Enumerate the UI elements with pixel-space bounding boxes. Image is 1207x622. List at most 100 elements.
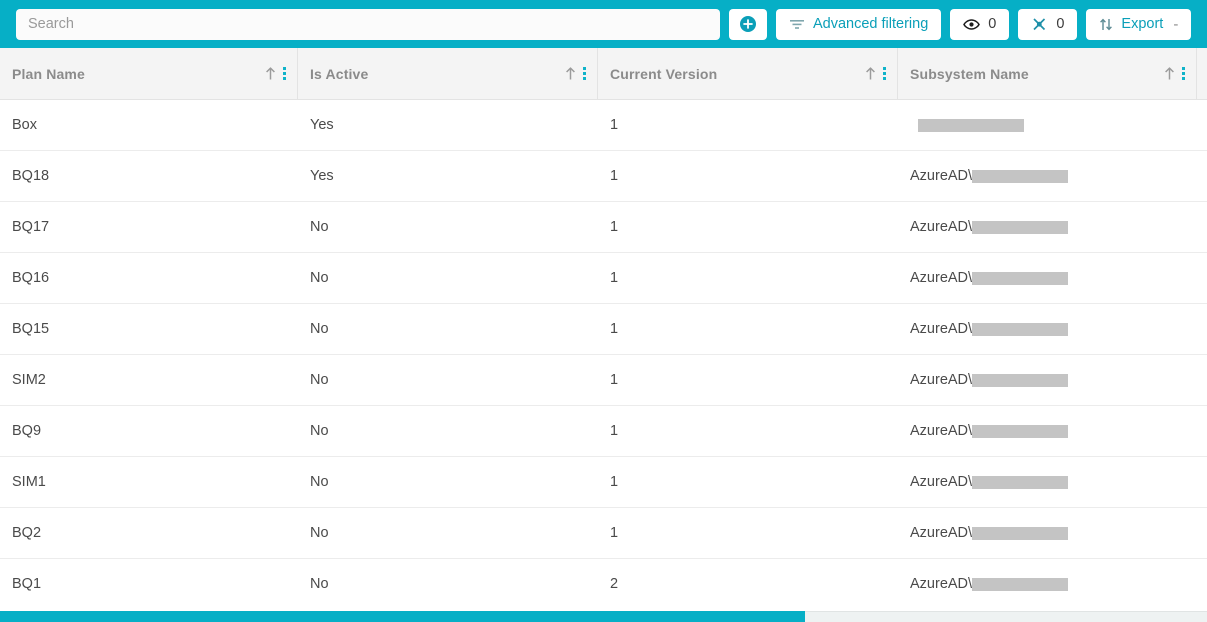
redacted-text-block [918,118,1024,132]
cell-subsystem-name: AzureAD\ [898,457,1197,507]
column-header-label: Plan Name [12,65,85,82]
search-field-wrapper[interactable] [16,8,720,40]
cell-is-active: No [310,321,329,337]
sort-ascending-icon[interactable] [864,66,877,81]
subsystem-prefix: AzureAD\ [910,270,973,286]
redacted-text-block [972,322,1069,336]
table-row[interactable]: BQ2 No 1 AzureAD\ [0,508,1207,559]
cell-is-active: No [310,270,329,286]
table-row[interactable]: BQ18 Yes 1 AzureAD\ [0,151,1207,202]
cell-subsystem-name: AzureAD\ [898,202,1197,252]
cell-is-active: No [310,219,329,235]
export-button[interactable]: Export - [1086,8,1192,40]
cell-subsystem-name: AzureAD\ [898,508,1197,558]
column-header-is-active[interactable]: Is Active [298,48,598,99]
table-body: Box Yes 1 BQ18 Yes 1 AzureAD\ BQ17 No 1 AzureAD\ BQ… [0,100,1207,610]
advanced-filtering-label: Advanced filtering [813,16,929,32]
eye-icon [963,18,981,31]
pinned-columns-count: 0 [1056,16,1065,32]
cell-is-active: Yes [310,117,334,133]
table-row[interactable]: SIM2 No 1 AzureAD\ [0,355,1207,406]
column-header-tools [564,65,587,82]
data-grid: Plan Name Is Active Current Version Subsyst… [0,48,1207,622]
grid-toolbar: Advanced filtering 0 0 [0,0,1207,48]
cell-current-version: 1 [610,117,619,133]
scrollbar-thumb[interactable] [0,611,805,622]
cell-plan-name: Box [12,117,37,133]
cell-plan-name: BQ17 [12,219,50,235]
cell-current-version: 1 [610,168,619,184]
subsystem-prefix: AzureAD\ [910,168,973,184]
table-row[interactable]: SIM1 No 1 AzureAD\ [0,457,1207,508]
subsystem-prefix: AzureAD\ [910,321,973,337]
redacted-text-block [972,271,1069,285]
cell-plan-name: BQ18 [12,168,50,184]
redacted-text-block [972,424,1069,438]
subsystem-prefix: AzureAD\ [910,219,973,235]
sort-ascending-icon[interactable] [564,66,577,81]
filter-icon [789,17,805,31]
cell-plan-name: BQ9 [12,423,42,439]
sort-ascending-icon[interactable] [1163,66,1176,81]
subsystem-prefix: AzureAD\ [910,372,973,388]
cell-current-version: 1 [610,474,619,490]
cell-current-version: 1 [610,219,619,235]
cell-plan-name: BQ2 [12,525,42,541]
cell-current-version: 1 [610,423,619,439]
subsystem-prefix: AzureAD\ [910,525,973,541]
redacted-text-block [972,526,1069,540]
column-menu-icon[interactable] [1181,65,1186,82]
add-button[interactable] [729,8,767,40]
search-input[interactable] [28,16,708,32]
cell-plan-name: BQ16 [12,270,50,286]
cell-current-version: 1 [610,321,619,337]
cell-subsystem-name: AzureAD\ [898,406,1197,456]
advanced-filtering-button[interactable]: Advanced filtering [776,8,942,40]
column-menu-icon[interactable] [882,65,887,82]
pinned-columns-button[interactable]: 0 [1018,8,1078,40]
cell-is-active: No [310,474,329,490]
table-row[interactable]: BQ15 No 1 AzureAD\ [0,304,1207,355]
data-grid-page: Advanced filtering 0 0 [0,0,1207,622]
column-header-label: Subsystem Name [910,65,1029,82]
subsystem-prefix: AzureAD\ [910,474,973,490]
column-header-subsystem-name[interactable]: Subsystem Name [898,48,1197,99]
cell-subsystem-name [898,100,1197,150]
cell-subsystem-name: AzureAD\ [898,304,1197,354]
pin-icon [1031,17,1048,32]
cell-is-active: No [310,372,329,388]
cell-current-version: 1 [610,270,619,286]
visible-columns-count: 0 [988,16,997,32]
subsystem-prefix: AzureAD\ [910,423,973,439]
redacted-text-block [972,220,1069,234]
table-row[interactable]: BQ1 No 2 AzureAD\ [0,559,1207,610]
cell-plan-name: BQ15 [12,321,50,337]
visible-columns-button[interactable]: 0 [950,8,1010,40]
cell-current-version: 2 [610,576,619,592]
table-header-row: Plan Name Is Active Current Version Subsyst… [0,48,1207,100]
column-menu-icon[interactable] [282,65,287,82]
cell-subsystem-name: AzureAD\ [898,559,1197,609]
table-row[interactable]: BQ16 No 1 AzureAD\ [0,253,1207,304]
table-row[interactable]: Box Yes 1 [0,100,1207,151]
column-menu-icon[interactable] [582,65,587,82]
table-row[interactable]: BQ9 No 1 AzureAD\ [0,406,1207,457]
sort-ascending-icon[interactable] [264,66,277,81]
cell-current-version: 1 [610,372,619,388]
column-header-tools [864,65,887,82]
column-header-current-version[interactable]: Current Version [598,48,898,99]
export-label: Export [1121,16,1164,32]
redacted-text-block [972,475,1069,489]
redacted-text-block [972,373,1069,387]
table-row[interactable]: BQ17 No 1 AzureAD\ [0,202,1207,253]
column-header-label: Current Version [610,65,718,82]
horizontal-scrollbar[interactable] [0,608,1207,622]
cell-is-active: No [310,525,329,541]
cell-plan-name: SIM1 [12,474,46,490]
cell-subsystem-name: AzureAD\ [898,253,1197,303]
cell-is-active: No [310,423,329,439]
column-header-plan-name[interactable]: Plan Name [0,48,298,99]
cell-plan-name: SIM2 [12,372,46,388]
cell-current-version: 1 [610,525,619,541]
column-header-tools [264,65,287,82]
